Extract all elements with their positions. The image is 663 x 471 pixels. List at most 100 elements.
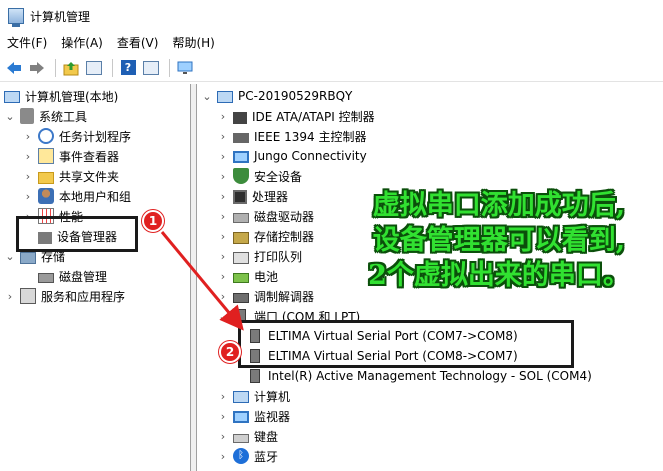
chevron-right-icon[interactable]: ›	[217, 206, 229, 226]
menu-help[interactable]: 帮助(H)	[165, 32, 221, 54]
tree-item-shared-folders[interactable]: › 共享文件夹	[22, 166, 119, 186]
device-category-ieee1394[interactable]: › IEEE 1394 主控制器	[217, 126, 367, 146]
monitor-button[interactable]	[175, 58, 195, 78]
menu-file[interactable]: 文件(F)	[0, 32, 54, 54]
monitor-icon	[177, 61, 193, 74]
chevron-right-icon[interactable]: ›	[217, 126, 229, 146]
device-category-disk-drives[interactable]: › 磁盘驱动器	[217, 206, 314, 226]
chevron-down-icon[interactable]: ⌄	[201, 86, 213, 106]
annotation-line-2: 设备管理器可以看到,	[372, 225, 626, 256]
chevron-right-icon[interactable]: ›	[22, 126, 34, 146]
device-category-print-queues[interactable]: › 打印队列	[217, 246, 302, 266]
step-badge-1: 1	[142, 210, 164, 232]
back-arrow-icon	[7, 61, 21, 74]
jungo-device-icon	[233, 151, 249, 163]
chevron-right-icon[interactable]: ›	[217, 226, 229, 246]
device-category-computer[interactable]: › 计算机	[217, 386, 290, 406]
modem-icon	[233, 293, 249, 303]
chevron-right-icon[interactable]: ›	[217, 246, 229, 266]
chevron-right-icon[interactable]: ›	[22, 166, 34, 186]
local-users-icon	[38, 188, 54, 204]
device-tree-root[interactable]: ⌄ PC-20190529RBQY	[201, 86, 352, 106]
chevron-right-icon[interactable]: ›	[217, 286, 229, 306]
chevron-right-icon[interactable]: ›	[217, 166, 229, 186]
forward-arrow-icon	[30, 61, 44, 74]
toolbar-separator	[55, 58, 56, 77]
chevron-right-icon[interactable]: ›	[217, 106, 229, 126]
bluetooth-icon: ᛒ	[233, 448, 249, 464]
disk-management-icon	[38, 273, 54, 283]
device-manager-highlight-box	[16, 216, 138, 252]
chevron-right-icon[interactable]: ›	[217, 446, 229, 466]
monitor-icon	[233, 411, 249, 423]
show-hide-tree-button[interactable]	[84, 58, 104, 78]
chevron-right-icon[interactable]: ›	[217, 186, 229, 206]
task-scheduler-icon	[38, 128, 54, 144]
tree-item-services-and-apps[interactable]: › 服务和应用程序	[4, 286, 125, 306]
serial-port-icon	[250, 369, 260, 383]
device-category-bluetooth[interactable]: › ᛒ 蓝牙	[217, 446, 278, 466]
chevron-right-icon[interactable]: ›	[22, 186, 34, 206]
chevron-down-icon[interactable]: ⌄	[4, 106, 16, 126]
console-tree-pane: 计算机管理(本地) ⌄ 系统工具 › 任务计划程序 › 事件查看器 › 共享文件…	[0, 84, 191, 471]
toolbar-separator	[169, 58, 170, 77]
security-device-icon	[233, 168, 249, 184]
shared-folder-icon	[38, 171, 54, 184]
tree-item-system-tools[interactable]: ⌄ 系统工具	[4, 106, 87, 126]
toolbar: ?	[0, 54, 663, 82]
device-category-monitors[interactable]: › 监视器	[217, 406, 290, 426]
computer-management-icon	[4, 91, 20, 103]
port-intel-amt-sol[interactable]: Intel(R) Active Management Technology - …	[247, 366, 592, 386]
device-category-battery[interactable]: › 电池	[217, 266, 278, 286]
menu-bar: 文件(F) 操作(A) 查看(V) 帮助(H)	[0, 32, 663, 54]
system-tools-icon	[20, 108, 34, 124]
computer-icon	[217, 91, 233, 103]
disk-drive-icon	[233, 213, 249, 223]
chevron-right-icon[interactable]: ›	[217, 406, 229, 426]
console-tree-icon	[86, 60, 102, 75]
virtual-ports-highlight-box	[238, 320, 574, 368]
chevron-right-icon[interactable]: ›	[217, 426, 229, 446]
device-category-modems[interactable]: › 调制解调器	[217, 286, 314, 306]
device-category-keyboards[interactable]: › 键盘	[217, 426, 278, 446]
ide-controller-icon	[233, 111, 247, 124]
chevron-right-icon[interactable]: ›	[4, 286, 16, 306]
menu-action[interactable]: 操作(A)	[54, 32, 110, 54]
chevron-right-icon[interactable]: ›	[217, 146, 229, 166]
event-viewer-icon	[38, 148, 54, 164]
tree-item-disk-management[interactable]: 磁盘管理	[38, 266, 107, 286]
window-title: 计算机管理	[30, 9, 91, 24]
device-category-storage-controllers[interactable]: › 存储控制器	[217, 226, 314, 246]
battery-icon	[233, 273, 249, 283]
title-bar: 计算机管理	[0, 0, 663, 32]
printer-icon	[233, 251, 249, 264]
back-button[interactable]	[4, 58, 24, 78]
storage-icon	[20, 251, 36, 264]
tree-item-task-scheduler[interactable]: › 任务计划程序	[22, 126, 131, 146]
processor-icon	[233, 189, 247, 204]
tree-item-local-users[interactable]: › 本地用户和组	[22, 186, 131, 206]
tree-item-computer-management[interactable]: 计算机管理(本地)	[4, 86, 118, 106]
computer-icon	[233, 391, 249, 403]
tree-item-event-viewer[interactable]: › 事件查看器	[22, 146, 119, 166]
help-button[interactable]: ?	[118, 58, 138, 78]
annotation-text: 虚拟串口添加成功后, 设备管理器可以看到, 2个虚拟出来的串口。	[340, 188, 658, 293]
menu-view[interactable]: 查看(V)	[110, 32, 166, 54]
folder-up-icon	[63, 61, 79, 75]
up-level-button[interactable]	[61, 58, 81, 78]
chevron-down-icon[interactable]: ⌄	[217, 306, 229, 326]
properties-icon	[143, 60, 159, 75]
chevron-down-icon[interactable]: ⌄	[4, 246, 16, 266]
chevron-right-icon[interactable]: ›	[217, 386, 229, 406]
properties-button[interactable]	[141, 58, 161, 78]
device-category-processor[interactable]: › 处理器	[217, 186, 288, 206]
chevron-right-icon[interactable]: ›	[22, 146, 34, 166]
annotation-line-1: 虚拟串口添加成功后,	[372, 190, 626, 221]
storage-controller-icon	[233, 231, 249, 244]
device-category-jungo[interactable]: › Jungo Connectivity	[217, 146, 367, 166]
device-category-ide[interactable]: › IDE ATA/ATAPI 控制器	[217, 106, 375, 126]
forward-button[interactable]	[27, 58, 47, 78]
chevron-right-icon[interactable]: ›	[217, 266, 229, 286]
keyboard-icon	[233, 433, 249, 443]
device-category-security[interactable]: › 安全设备	[217, 166, 302, 186]
